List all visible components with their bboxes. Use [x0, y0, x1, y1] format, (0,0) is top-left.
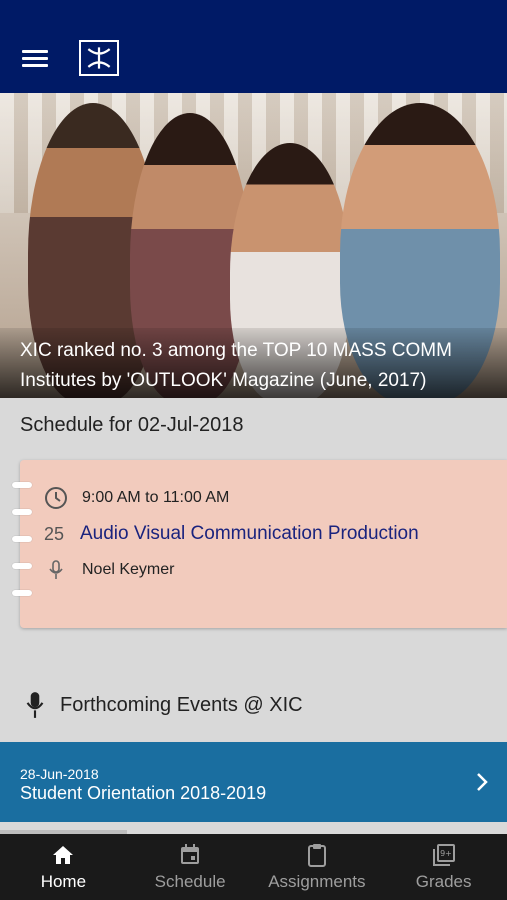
event-item[interactable]: 28-Jun-2018 Student Orientation 2018-201… — [0, 742, 507, 822]
nav-label: Grades — [415, 872, 472, 891]
nav-label: Assignments — [268, 872, 366, 891]
grades-icon: 9+ — [432, 844, 455, 866]
schedule-time: 9:00 AM to 11:00 AM — [82, 489, 230, 506]
nav-item-grades[interactable]: 9+ Grades — [380, 834, 507, 900]
binder-ring — [12, 536, 32, 542]
event-date: 28-Jun-2018 — [20, 766, 99, 782]
hero-banner[interactable]: XIC ranked no. 3 among the TOP 10 MASS C… — [0, 93, 507, 398]
course-name[interactable]: Audio Visual Communication Production — [80, 523, 419, 545]
event-title: Student Orientation 2018-2019 — [20, 783, 267, 803]
schedule-title: Schedule for 02-Jul-2018 — [20, 414, 244, 436]
nav-item-home[interactable]: Home — [0, 834, 127, 900]
nav-label: Home — [40, 872, 87, 891]
app-bar — [0, 0, 507, 93]
clock-icon — [45, 487, 67, 509]
clipboard-icon — [307, 844, 326, 867]
microphone-icon — [49, 560, 63, 579]
home-icon — [53, 846, 74, 864]
calendar-icon — [181, 844, 200, 864]
schedule-count: 25 — [44, 523, 65, 544]
hamburger-menu-icon[interactable] — [22, 50, 48, 70]
teacher-name: Noel Keymer — [82, 561, 175, 578]
nav-item-assignments[interactable]: Assignments — [254, 834, 381, 900]
nav-label: Schedule — [154, 872, 226, 891]
events-header: Forthcoming Events @ XIC — [22, 690, 303, 720]
chevron-right-icon[interactable] — [475, 770, 489, 794]
xic-logo-icon[interactable] — [79, 40, 119, 76]
svg-text:9+: 9+ — [440, 849, 452, 858]
binder-ring — [12, 482, 32, 488]
events-title: Forthcoming Events @ XIC — [60, 693, 303, 716]
hero-caption-text: XIC ranked no. 3 among the TOP 10 MASS C… — [20, 340, 452, 391]
binder-ring — [12, 590, 32, 596]
bottom-navigation: Home Schedule Assignments 9+ Grades — [0, 834, 507, 900]
binder-ring — [12, 563, 32, 569]
nav-item-schedule[interactable]: Schedule — [127, 834, 254, 900]
microphone-icon — [26, 692, 44, 718]
binder-ring — [12, 509, 32, 515]
schedule-card[interactable]: 9:00 AM to 11:00 AM 25 Audio Visual Comm… — [12, 460, 507, 628]
